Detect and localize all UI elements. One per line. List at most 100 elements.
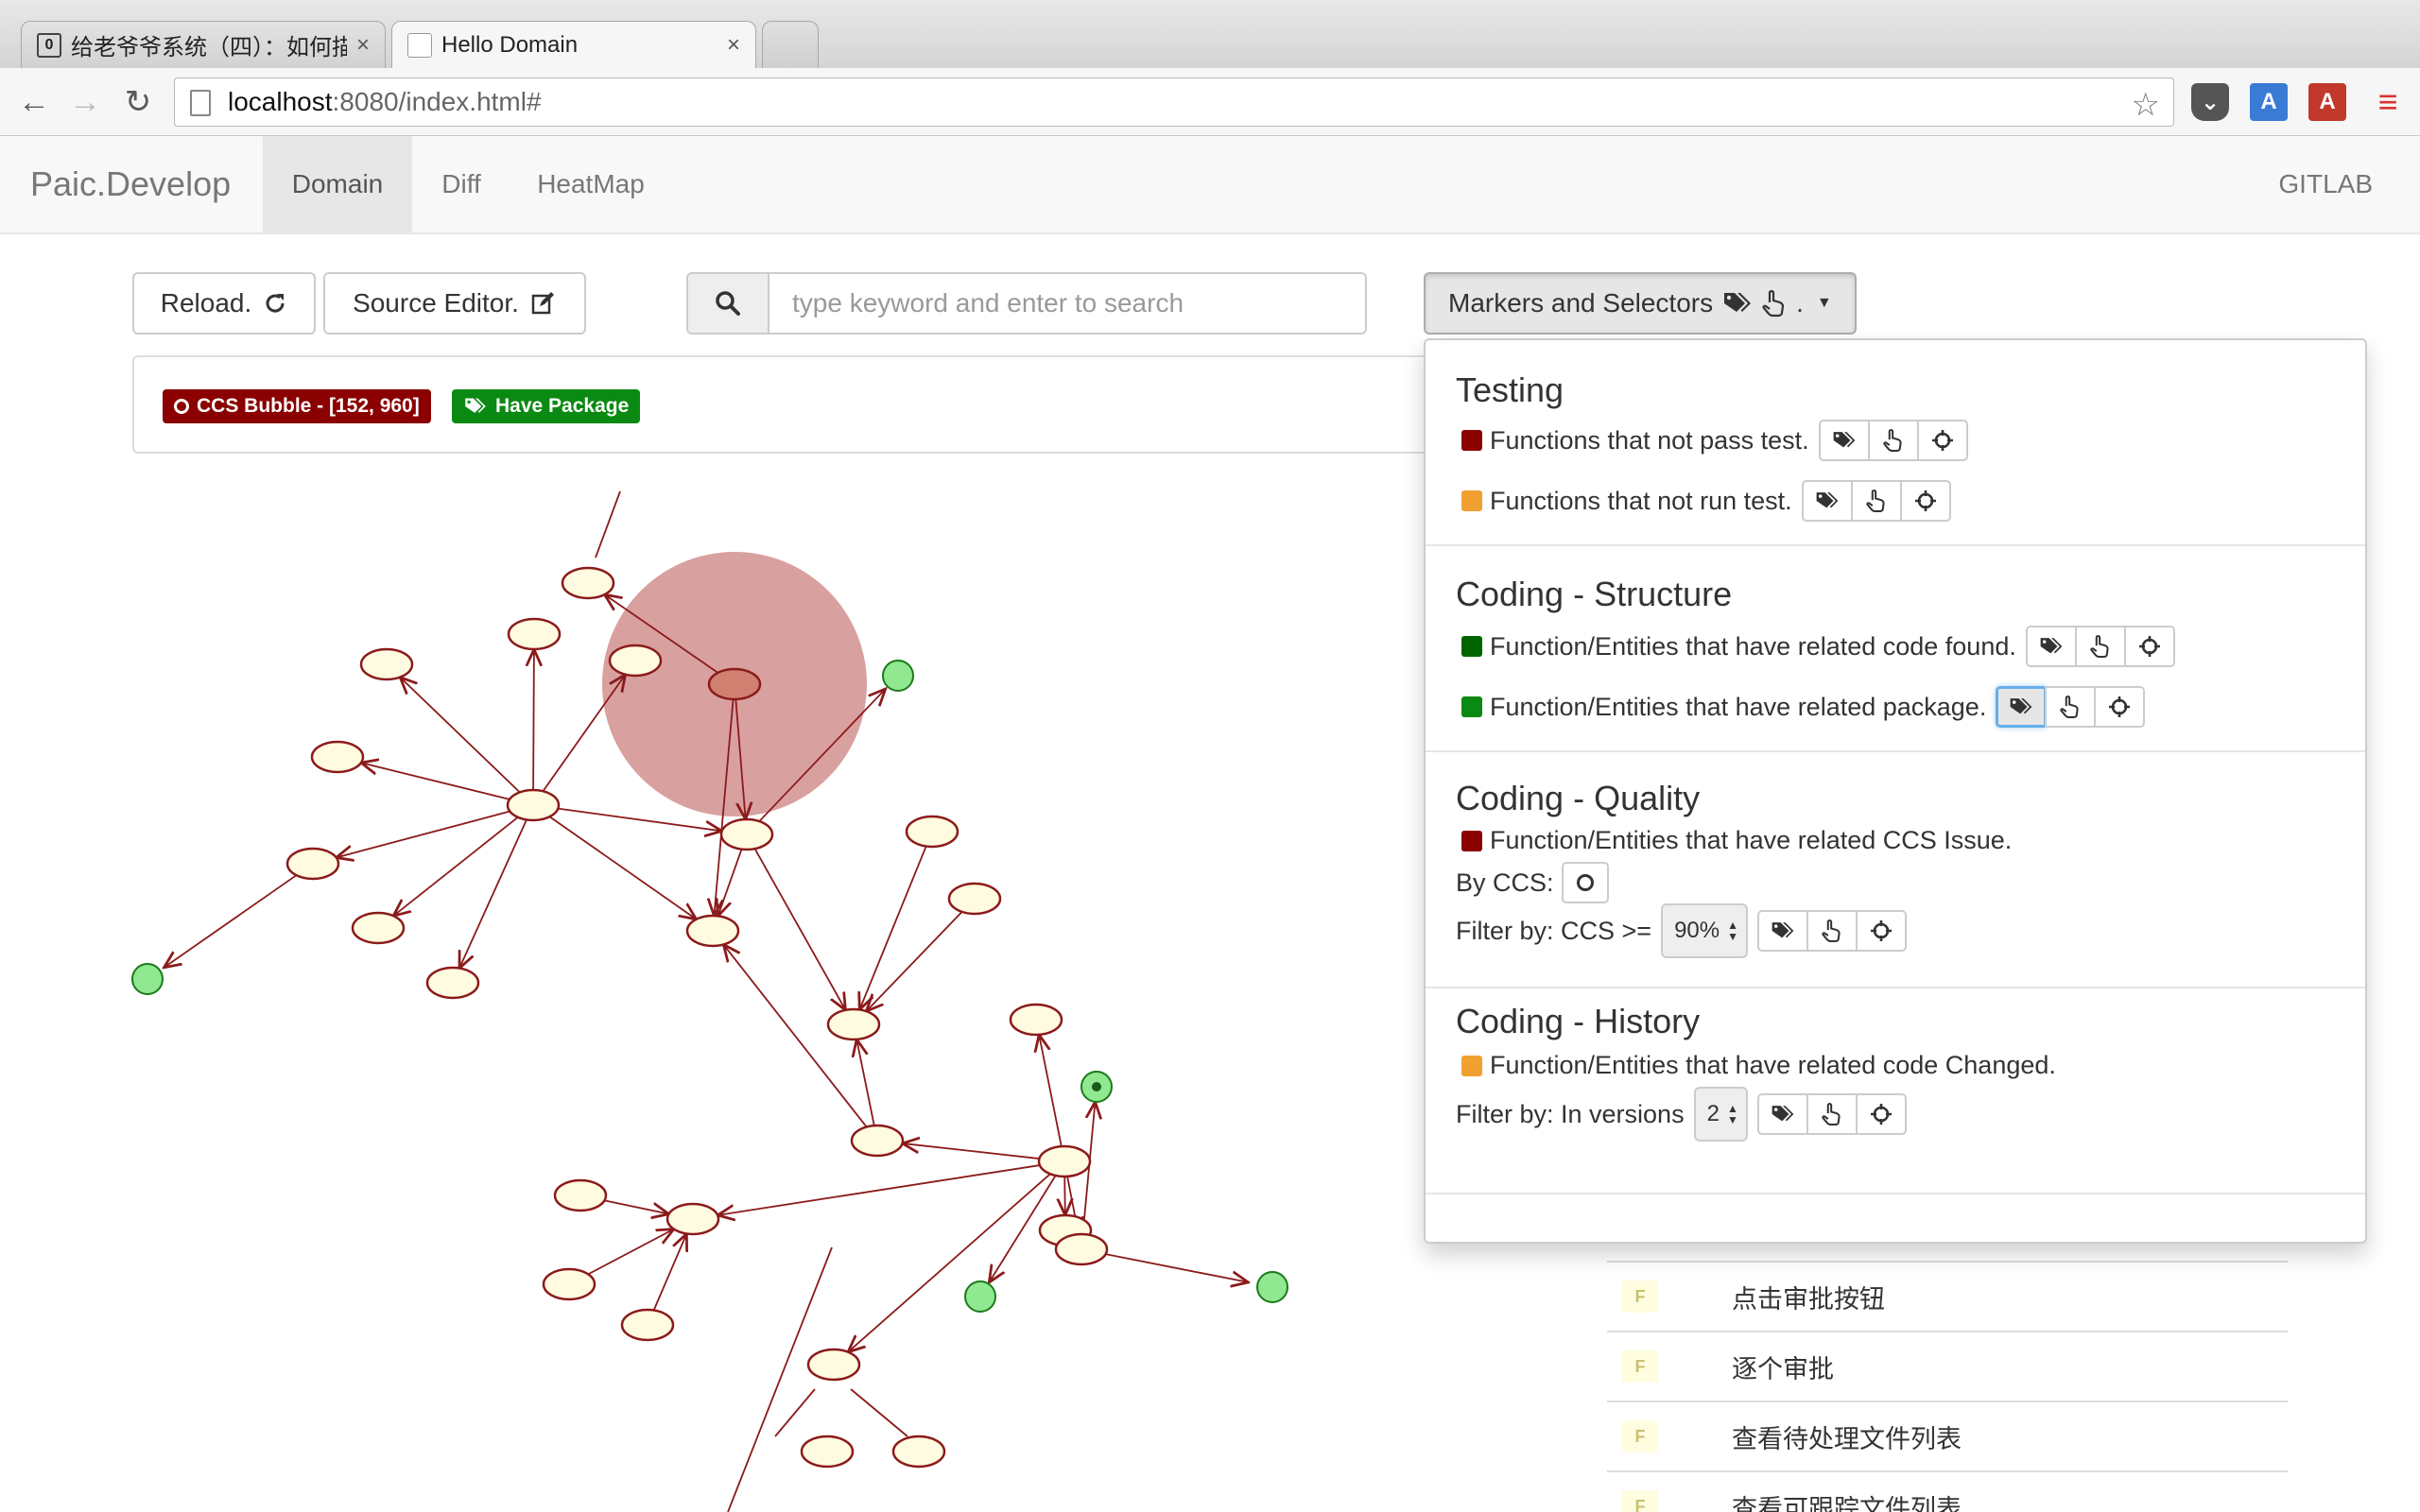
function-node[interactable] [685,914,740,948]
filter-label: Filter by: In versions [1456,1099,1685,1128]
locate-button[interactable] [1916,420,1968,461]
function-node[interactable] [905,815,959,849]
tag-button[interactable] [1801,480,1853,522]
function-node[interactable] [947,882,1002,916]
function-node[interactable] [1037,1144,1092,1178]
function-node[interactable] [425,966,480,1000]
tag-button[interactable] [2025,626,2077,667]
function-node[interactable] [719,817,774,851]
tags-icon [1772,922,1794,938]
function-node[interactable] [285,847,340,881]
close-icon[interactable]: × [727,32,740,59]
close-icon[interactable]: × [356,32,370,59]
new-tab-button[interactable] [762,21,819,68]
markers-selectors-button[interactable]: Markers and Selectors . ▼ [1424,272,1857,335]
graph-edge [1064,1176,1065,1215]
list-item-label: 查看可跟踪文件列表 [1732,1494,1962,1512]
locate-button[interactable] [1855,1093,1907,1135]
pocket-icon[interactable]: ⌄ [2191,83,2229,121]
list-item[interactable]: F 点击审批按钮 [1607,1263,2288,1332]
color-swatch [1461,696,1482,717]
tag-button[interactable] [1757,910,1808,952]
nav-diff[interactable]: Diff [412,136,510,232]
browser-tabstrip: 0 给老爷爷系统（四）：如何描 × Hello Domain × [0,0,2420,69]
function-node[interactable] [800,1435,855,1469]
tag-button[interactable] [1818,420,1870,461]
function-node[interactable] [542,1267,596,1301]
translate-icon[interactable]: A [2250,83,2288,121]
spinner-value: 90% [1674,918,1720,943]
marker-row: Function/Entities that have related pack… [1461,686,2146,728]
list-item[interactable]: F 查看待处理文件列表 [1607,1402,2288,1472]
select-button[interactable] [1806,910,1858,952]
search-input[interactable] [768,272,1367,335]
ccs-toggle-button[interactable] [1561,862,1609,903]
locate-button[interactable] [2094,686,2146,728]
address-bar[interactable]: localhost:8080/index.html# ☆ [174,77,2174,127]
function-badge: F [1622,1280,1658,1313]
legend-panel: CCS Bubble - [152, 960] Have Package [132,355,1475,454]
ccs-threshold-spinner[interactable]: 90% ▲ ▼ [1661,903,1748,958]
function-node[interactable] [707,667,762,701]
select-button[interactable] [1850,480,1902,522]
package-node[interactable] [882,660,914,692]
graph-edge [604,1199,668,1213]
tag-button[interactable] [1756,1093,1808,1135]
markers-suffix: . [1796,288,1804,318]
bookmark-star-icon[interactable]: ☆ [2132,86,2160,124]
function-badge: F [1622,1420,1658,1452]
function-node[interactable] [507,617,562,651]
nav-domain[interactable]: Domain [263,136,412,232]
graph-edge [717,1164,1041,1215]
source-editor-button[interactable]: Source Editor. [323,272,586,335]
function-node[interactable] [310,740,365,774]
browser-tab-1[interactable]: 0 给老爷爷系统（四）：如何描 × [21,21,386,68]
spinner-arrows-icon[interactable]: ▲ ▼ [1727,1103,1738,1125]
function-node[interactable] [561,566,615,600]
list-item[interactable]: F 逐个审批 [1607,1332,2288,1402]
function-node[interactable] [620,1308,675,1342]
selected-node-marker [1092,1082,1101,1091]
select-button[interactable] [1867,420,1919,461]
list-item[interactable]: F 查看可跟踪文件列表 [1607,1472,2288,1512]
nav-heatmap[interactable]: HeatMap [510,136,671,232]
function-node[interactable] [891,1435,946,1469]
locate-button[interactable] [1856,910,1907,952]
locate-button[interactable] [1899,480,1951,522]
function-node[interactable] [806,1348,861,1382]
browser-tab-2[interactable]: Hello Domain × [391,21,756,69]
by-ccs-row: By CCS: [1456,862,1609,903]
select-button[interactable] [1806,1093,1858,1135]
reload-icon[interactable]: ↻ [117,81,159,123]
function-node[interactable] [553,1178,608,1212]
function-node[interactable] [850,1124,905,1158]
function-node[interactable] [1054,1232,1109,1266]
spinner-arrows-icon[interactable]: ▲ ▼ [1727,919,1738,942]
gitlab-link[interactable]: GITLAB [2278,136,2373,232]
function-node[interactable] [359,647,414,681]
function-node[interactable] [506,788,561,822]
function-node[interactable] [826,1007,881,1041]
list-item-label: 查看待处理文件列表 [1732,1424,1962,1453]
package-node[interactable] [964,1280,996,1313]
function-node[interactable] [608,644,663,678]
select-button[interactable] [2074,626,2126,667]
locate-button[interactable] [2123,626,2175,667]
package-node[interactable] [131,963,164,995]
back-icon[interactable]: ← [13,81,55,123]
function-node[interactable] [666,1202,720,1236]
extension-icon[interactable]: A [2308,83,2346,121]
domain-graph[interactable] [0,454,1437,1512]
menu-icon[interactable]: ≡ [2369,82,2407,121]
graph-edge [718,849,743,917]
function-node[interactable] [1009,1003,1063,1037]
package-node[interactable] [1256,1271,1288,1303]
forward-icon[interactable]: → [64,81,106,123]
brand[interactable]: Paic.Develop [30,164,231,204]
versions-spinner[interactable]: 2 ▲ ▼ [1693,1087,1748,1142]
reload-button[interactable]: Reload. [132,272,316,335]
select-button[interactable] [2045,686,2097,728]
function-node[interactable] [351,911,406,945]
tag-button[interactable] [1996,686,2048,728]
tags-icon [1724,293,1752,312]
